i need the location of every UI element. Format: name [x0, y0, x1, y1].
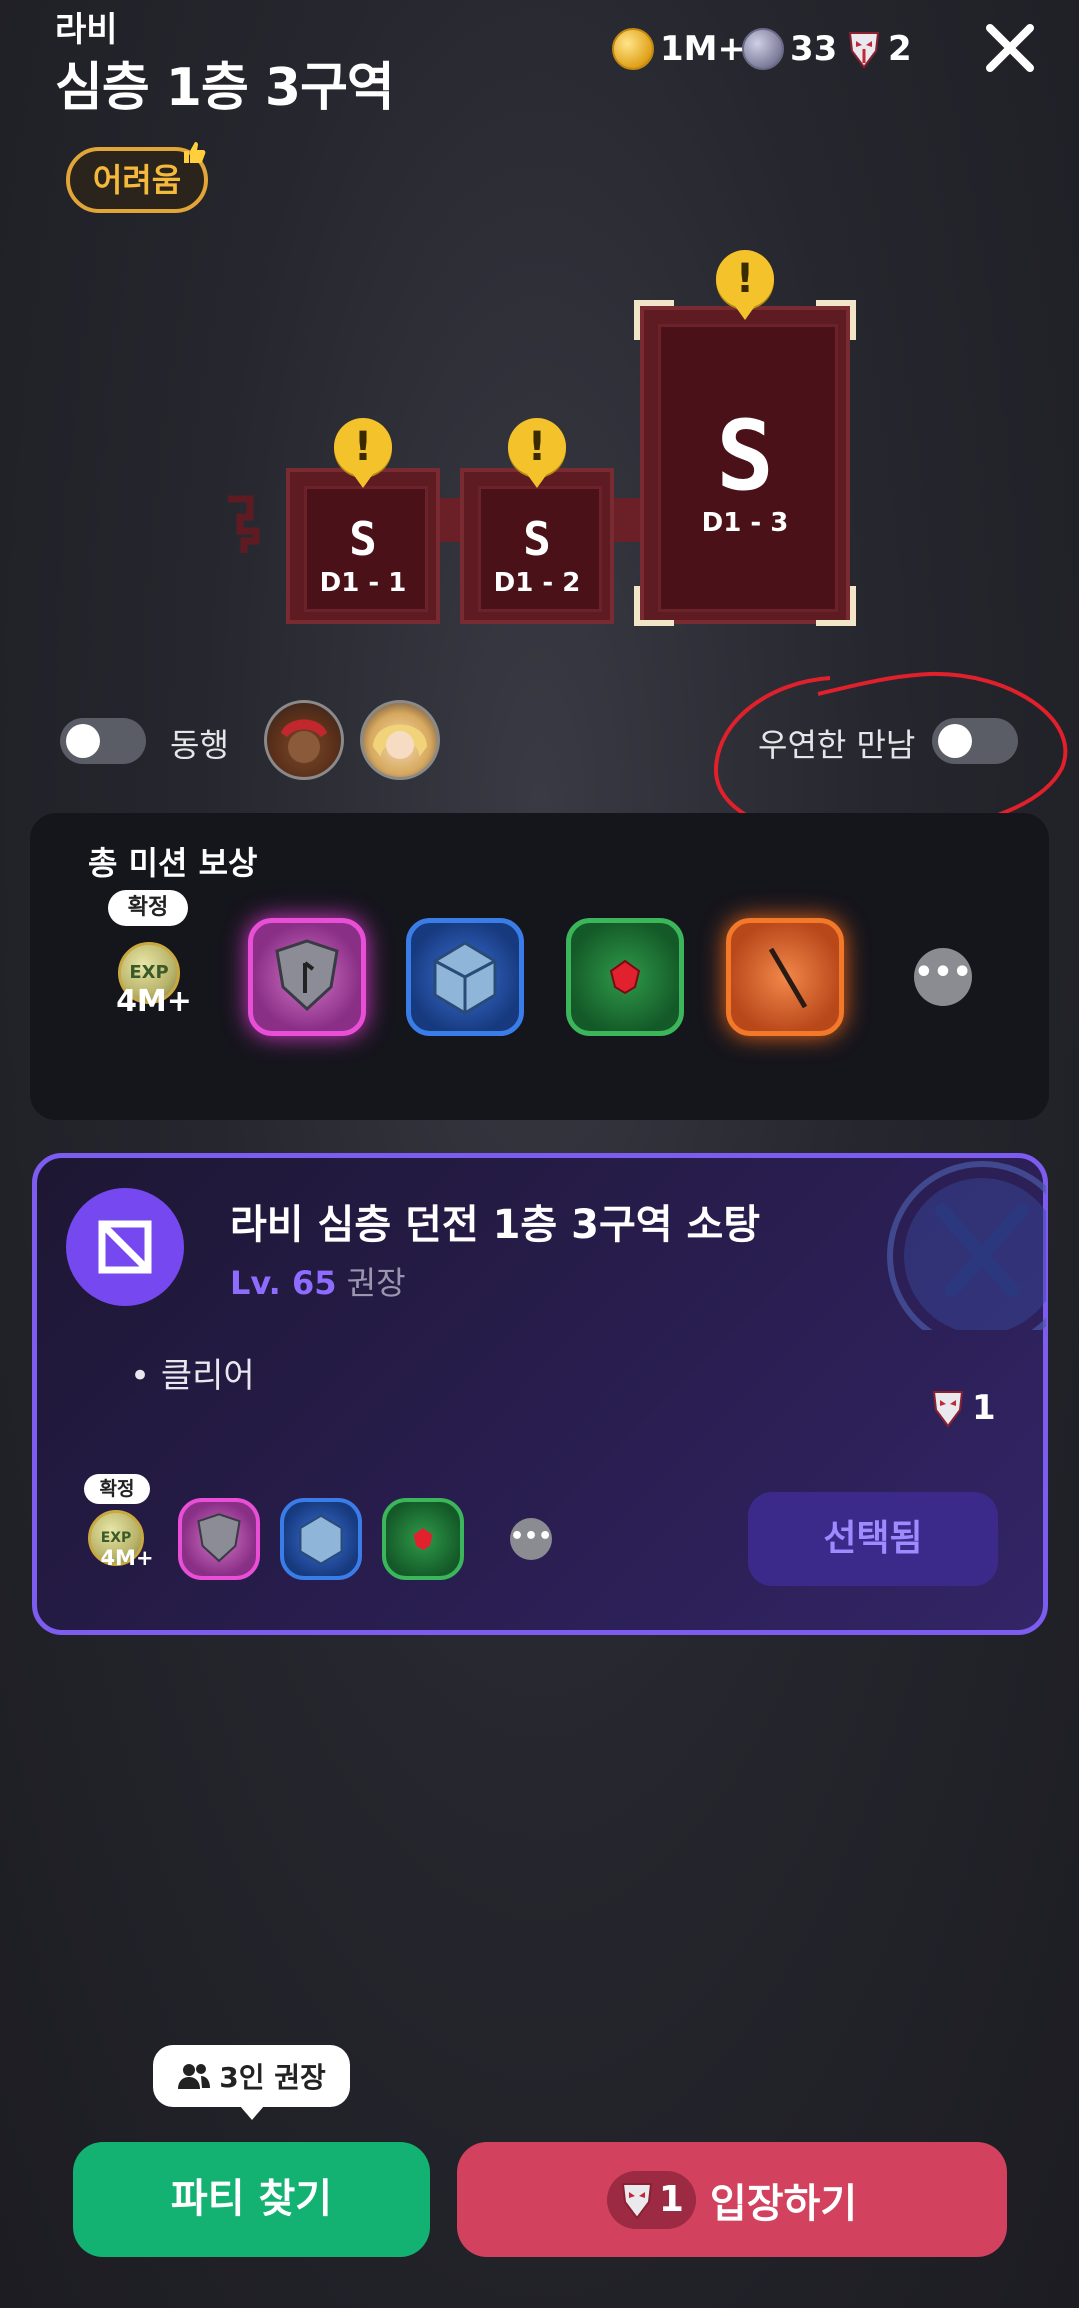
room-grade: S: [716, 400, 774, 512]
mask-ticket-icon: [621, 2182, 652, 2220]
people-icon: [178, 2064, 211, 2089]
mission-reward-shield[interactable]: [178, 1498, 260, 1580]
ticket-amount: 2: [888, 29, 912, 69]
crossed-swords-emblem-icon: [887, 1161, 1046, 1330]
objective-item: • 클리어: [130, 1356, 255, 1396]
reward-item-rune-shield[interactable]: [248, 918, 366, 1036]
ruby-icon: [609, 959, 641, 995]
mission-reward-dice[interactable]: [280, 1498, 362, 1580]
recommended-party-text: 3인 권장: [219, 2061, 326, 2094]
mission-title: 라비 심층 던전 1층 3구역 소탕: [230, 1202, 761, 1248]
ruby-icon: [413, 1528, 433, 1550]
reward-item-ruby[interactable]: [566, 918, 684, 1036]
mission-icon: [66, 1188, 184, 1306]
room-label: D1 - 3: [701, 508, 789, 538]
room-grade: S: [349, 512, 377, 566]
level-recommended-label: 권장: [346, 1264, 406, 1302]
gold-currency: 1M+: [612, 24, 746, 74]
more-rewards-button[interactable]: •••: [914, 948, 972, 1006]
reward-item-wand[interactable]: [726, 918, 844, 1036]
mission-cost-value: 1: [972, 1388, 996, 1428]
page-title: 심층 1층 3구역: [55, 58, 395, 118]
companion-label: 동행: [170, 726, 229, 764]
silver-coin-icon: [742, 28, 784, 70]
alert-icon: !: [508, 418, 566, 476]
total-rewards-title: 총 미션 보상: [88, 844, 258, 882]
more-rewards-button[interactable]: •••: [510, 1518, 552, 1560]
exp-value: 4M+: [116, 984, 192, 1019]
selection-corner: [634, 586, 674, 626]
selection-corner: [816, 300, 856, 340]
entrance-icon: [228, 495, 260, 553]
wand-icon: [768, 947, 808, 1009]
room-label: D1 - 1: [319, 568, 407, 598]
enter-button[interactable]: 1 입장하기: [457, 2142, 1007, 2257]
region-name: 라비: [55, 10, 118, 50]
selection-corner: [634, 300, 674, 340]
confirmed-badge: 확정: [108, 890, 188, 926]
ticket-currency: 2: [846, 24, 912, 74]
room-d1-3[interactable]: S D1 - 3: [640, 306, 850, 624]
silver-currency: 33: [742, 24, 837, 74]
room-d1-1[interactable]: S D1 - 1: [286, 468, 440, 624]
companion-avatar[interactable]: [264, 700, 344, 780]
dice-icon: [433, 941, 497, 1015]
mission-reward-ruby[interactable]: [382, 1498, 464, 1580]
companion-avatar[interactable]: [360, 700, 440, 780]
shield-icon: [197, 1513, 241, 1563]
reward-item-dice[interactable]: [406, 918, 524, 1036]
find-party-button[interactable]: 파티 찾기: [73, 2142, 430, 2257]
enter-button-label: 입장하기: [709, 2180, 858, 2227]
enter-cost-value: 1: [658, 2179, 684, 2220]
gold-amount: 1M+: [660, 29, 746, 69]
selection-corner: [816, 586, 856, 626]
room-grade: S: [523, 512, 551, 566]
close-button[interactable]: [980, 18, 1040, 78]
sweep-icon: [98, 1220, 152, 1274]
thumbs-up-icon: [180, 138, 208, 166]
recommended-party-tooltip: 3인 권장: [153, 2045, 350, 2107]
room-d1-2[interactable]: S D1 - 2: [460, 468, 614, 624]
gold-coin-icon: [612, 28, 654, 70]
level-value: Lv. 65: [230, 1264, 337, 1302]
shield-icon: [275, 939, 339, 1012]
mask-ticket-icon: [932, 1391, 964, 1428]
close-icon: [986, 24, 1034, 72]
room-label: D1 - 2: [493, 568, 581, 598]
exp-value: 4M+: [100, 1546, 154, 1570]
alert-icon: !: [334, 418, 392, 476]
mission-cost: 1: [930, 1388, 996, 1428]
silver-amount: 33: [790, 29, 838, 69]
companion-toggle[interactable]: [60, 718, 146, 764]
alert-icon: !: [716, 250, 774, 308]
selected-button[interactable]: 선택됨: [748, 1492, 998, 1586]
dice-icon: [299, 1514, 343, 1565]
confirmed-badge: 확정: [84, 1474, 150, 1504]
recommended-level: Lv. 65 권장: [230, 1258, 406, 1304]
mask-ticket-icon: [848, 32, 880, 69]
enter-cost: 1: [606, 2170, 696, 2229]
objective-text: 클리어: [160, 1356, 255, 1396]
